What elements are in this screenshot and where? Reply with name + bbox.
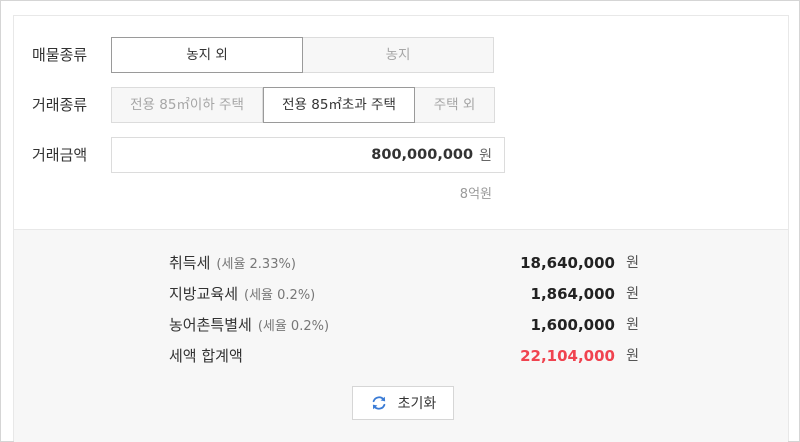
property-type-label: 매물종류 [32, 46, 88, 64]
refresh-icon [372, 396, 385, 410]
tax-row-rural-special: 농어촌특별세 (세율 0.2%) 1,600,000 원 [169, 313, 639, 337]
calculator-panel: 매물종류 농지 외 농지 거래종류 전용 85㎡이하 주택 전용 85㎡초과 주… [13, 15, 789, 442]
tax-amount: 1,864,000 [530, 285, 615, 303]
reset-button[interactable]: 초기화 [352, 386, 454, 420]
transaction-amount-unit: 원 [479, 148, 492, 164]
tax-name: 취득세 [169, 254, 211, 272]
total-amount: 22,104,000 [520, 347, 615, 365]
total-label: 세액 합계액 [169, 347, 243, 365]
tax-row-total: 세액 합계액 22,104,000 원 [169, 344, 639, 368]
transaction-amount-korean: 8억원 [459, 187, 492, 202]
transaction-type-selector: 전용 85㎡이하 주택 전용 85㎡초과 주택 주택 외 [111, 87, 495, 123]
tax-row-acquisition: 취득세 (세율 2.33%) 18,640,000 원 [169, 251, 639, 275]
transaction-amount-label: 거래금액 [32, 146, 88, 164]
reset-button-label: 초기화 [397, 396, 437, 412]
transaction-amount-value: 800,000,000 [371, 147, 474, 163]
tax-amount: 1,600,000 [530, 316, 615, 334]
tax-unit: 원 [626, 286, 639, 302]
tax-rate: (세율 0.2%) [257, 319, 330, 334]
tax-amount: 18,640,000 [520, 254, 615, 272]
property-type-option-non-farmland[interactable]: 농지 외 [111, 37, 303, 73]
total-unit: 원 [626, 348, 639, 364]
tax-unit: 원 [626, 317, 639, 333]
property-type-selector: 농지 외 농지 [111, 37, 494, 73]
transaction-amount-input[interactable]: 800,000,000 원 [111, 137, 505, 173]
transaction-type-option-under-85[interactable]: 전용 85㎡이하 주택 [111, 87, 263, 123]
transaction-type-option-non-housing[interactable]: 주택 외 [415, 87, 495, 123]
tax-row-education: 지방교육세 (세율 0.2%) 1,864,000 원 [169, 282, 639, 306]
transaction-type-option-over-85[interactable]: 전용 85㎡초과 주택 [263, 87, 415, 123]
tax-name: 농어촌특별세 [169, 316, 252, 334]
tax-rate: (세율 0.2%) [244, 288, 316, 303]
property-type-option-farmland[interactable]: 농지 [303, 37, 494, 73]
calculator-frame: 매물종류 농지 외 농지 거래종류 전용 85㎡이하 주택 전용 85㎡초과 주… [0, 0, 800, 442]
tax-rate: (세율 2.33%) [216, 257, 296, 272]
tax-unit: 원 [626, 255, 639, 271]
transaction-type-label: 거래종류 [32, 96, 88, 114]
tax-name: 지방교육세 [169, 285, 239, 303]
